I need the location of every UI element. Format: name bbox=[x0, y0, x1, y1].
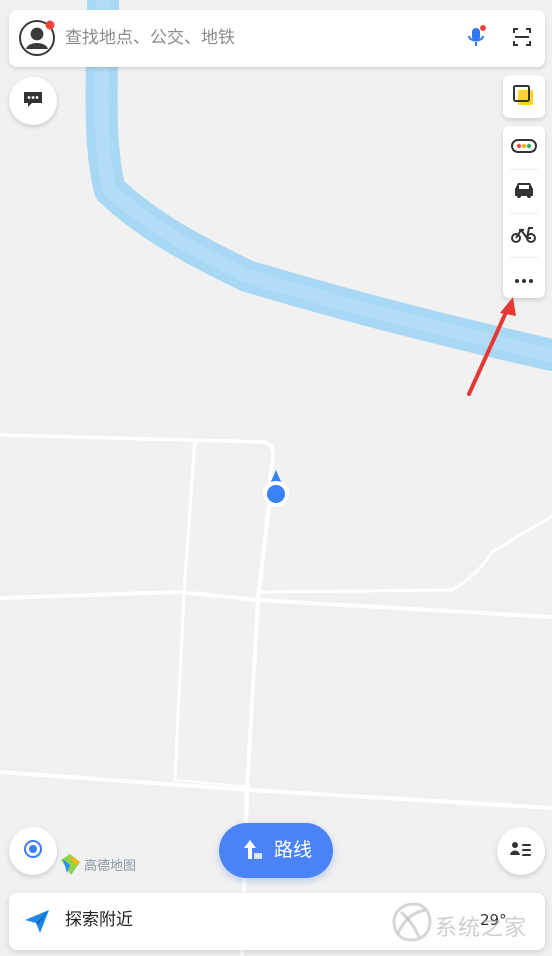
car-button[interactable] bbox=[503, 170, 545, 213]
voice-search-button[interactable] bbox=[459, 22, 493, 56]
traffic-light-icon bbox=[510, 137, 538, 159]
locate-button[interactable] bbox=[9, 827, 57, 875]
layers-icon bbox=[511, 82, 537, 112]
more-button[interactable] bbox=[503, 258, 545, 298]
explore-nearby-bar[interactable]: 探索附近 29° bbox=[9, 893, 545, 950]
car-icon bbox=[511, 180, 537, 204]
paper-plane-icon bbox=[23, 907, 51, 935]
map-drawing bbox=[0, 0, 552, 956]
scan-button[interactable] bbox=[505, 22, 539, 56]
explore-label: 探索附近 bbox=[65, 910, 133, 930]
layers-button[interactable] bbox=[503, 75, 545, 118]
locate-icon bbox=[21, 837, 45, 865]
bike-button[interactable] bbox=[503, 214, 545, 257]
scan-icon bbox=[510, 25, 534, 53]
more-icon bbox=[513, 270, 535, 289]
trip-card-button[interactable] bbox=[497, 827, 545, 875]
route-label: 路线 bbox=[273, 839, 312, 861]
search-bar bbox=[9, 10, 545, 67]
bicycle-icon bbox=[510, 224, 538, 248]
trip-card-icon bbox=[509, 839, 533, 863]
map-canvas[interactable] bbox=[0, 0, 552, 956]
temperature-readout: 29° bbox=[480, 911, 507, 929]
route-icon bbox=[240, 836, 266, 866]
message-button[interactable] bbox=[9, 77, 57, 125]
amap-logo: 高德地图 bbox=[60, 852, 146, 878]
route-button[interactable]: 路线 bbox=[219, 823, 333, 878]
amap-logo-text: 高德地图 bbox=[84, 859, 137, 874]
microphone-icon bbox=[464, 25, 488, 53]
traffic-button[interactable] bbox=[503, 126, 545, 169]
user-avatar-icon[interactable] bbox=[19, 20, 55, 56]
map-side-toolbar bbox=[503, 126, 545, 298]
amap-logo-mark-icon bbox=[61, 854, 80, 875]
search-input[interactable] bbox=[65, 21, 435, 55]
message-icon bbox=[21, 87, 45, 115]
